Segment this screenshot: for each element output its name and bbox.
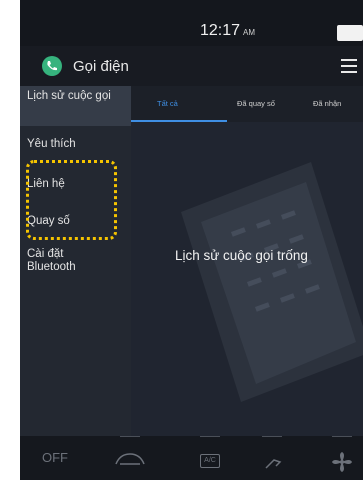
tab-bar: Tất cả Đã quay số Đã nhận: [131, 86, 363, 122]
recirculation-icon: [115, 453, 145, 465]
app-header: Gọi điện: [20, 46, 363, 86]
phone-illustration: [181, 162, 363, 402]
sidebar-item-call-history[interactable]: Lịch sử cuộc gọi: [20, 86, 131, 126]
climate-bar: OFF A/C: [20, 436, 363, 480]
fan-button[interactable]: [322, 436, 362, 480]
empty-history-message: Lịch sử cuộc gọi trống: [175, 248, 308, 263]
clock-time: 12:17: [200, 22, 241, 39]
ac-button[interactable]: A/C: [190, 436, 230, 480]
sidebar-item-favorites[interactable]: Yêu thích: [20, 138, 131, 151]
seat-heat-button[interactable]: [252, 436, 292, 480]
call-history-panel: Lịch sử cuộc gọi trống: [131, 122, 363, 436]
tab-received[interactable]: Đã nhận: [313, 99, 341, 108]
clock-ampm: AM: [243, 28, 256, 37]
highlight-frame: [26, 160, 117, 240]
seat-icon: [265, 459, 282, 469]
car-screen: 12:17 AM Gọi điện Lịch sử cuộc gọi Yêu th…: [20, 0, 363, 480]
recirculation-button[interactable]: [110, 436, 150, 480]
tab-all[interactable]: Tất cả: [157, 99, 178, 108]
sidebar: Lịch sử cuộc gọi Yêu thích Liên hệ Quay …: [20, 86, 131, 436]
menu-icon[interactable]: [341, 59, 357, 73]
app-title: Gọi điện: [73, 58, 129, 75]
tab-dialed[interactable]: Đã quay số: [237, 99, 275, 108]
clock: 12:17 AM: [200, 22, 255, 40]
sidebar-item-label: Lịch sử cuộc gọi: [27, 90, 111, 102]
phone-app-icon: [42, 56, 62, 76]
battery-icon: [337, 25, 363, 41]
ac-label: A/C: [200, 454, 220, 468]
status-bar: 12:17 AM: [20, 0, 363, 46]
climate-off-button[interactable]: OFF: [42, 450, 68, 465]
sidebar-item-label: Cài đặt Bluetooth: [27, 248, 76, 273]
fan-icon: [332, 452, 352, 472]
sidebar-item-label: Yêu thích: [27, 138, 76, 150]
sidebar-item-bluetooth-settings[interactable]: Cài đặt Bluetooth: [20, 248, 100, 274]
